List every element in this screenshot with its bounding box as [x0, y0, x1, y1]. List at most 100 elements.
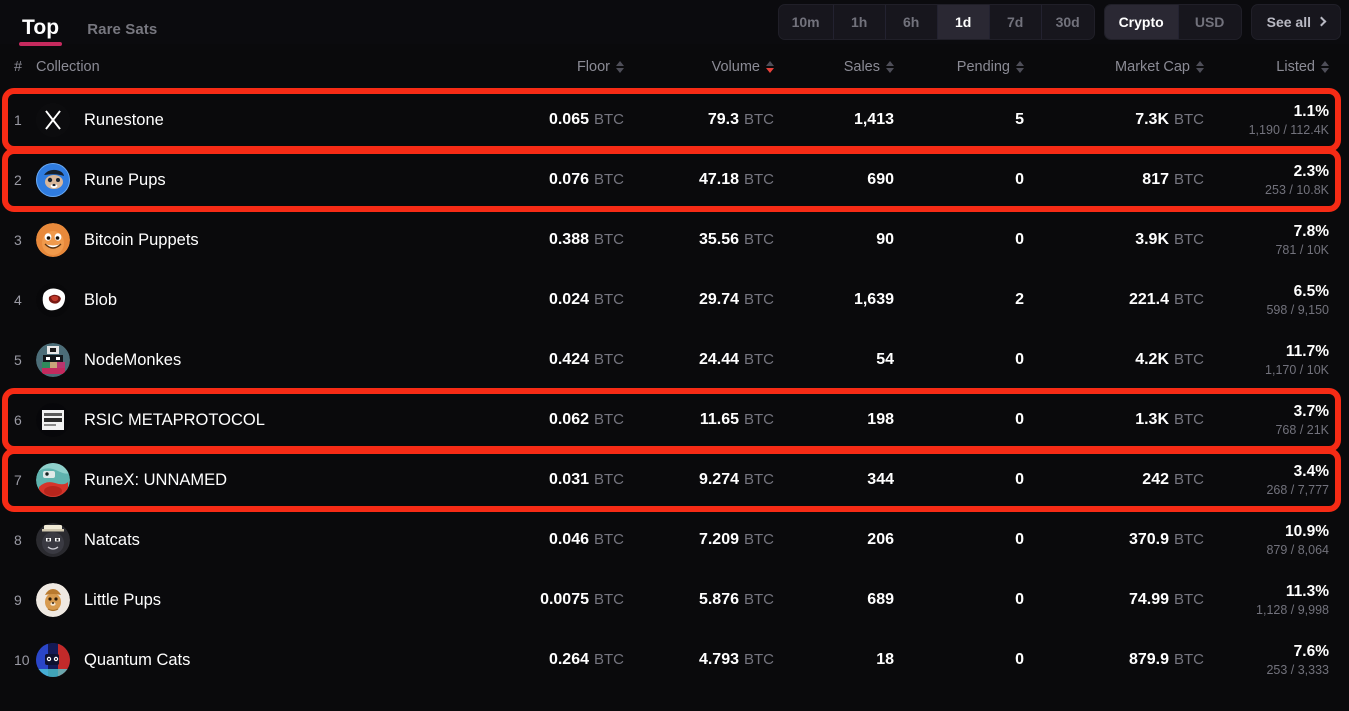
collection-avatar-icon	[36, 643, 70, 677]
pending-value: 5	[1015, 111, 1024, 128]
sort-icon-sales[interactable]	[886, 61, 894, 73]
listed-percent: 3.7%	[1294, 402, 1329, 421]
collection-avatar-icon	[36, 583, 70, 617]
table-row[interactable]: 7 RuneX: UNNAMED 0.031BTC 9.274BTC 344 0…	[0, 450, 1349, 510]
collections-table: # Collection Floor Volume Sales Pending	[0, 44, 1349, 690]
row-rank: 5	[8, 352, 36, 368]
listed-percent: 2.3%	[1294, 162, 1329, 181]
sales-value: 344	[867, 471, 894, 488]
table-row[interactable]: 3 Bitcoin Puppets 0.388BTC 35.56BTC 90 0…	[0, 210, 1349, 270]
header-rank: #	[8, 59, 36, 75]
table-row[interactable]: 2 Rune Pups 0.076BTC 47.18BTC 690 0 817B…	[0, 150, 1349, 210]
volume-value: 24.44	[699, 351, 739, 368]
listed-counts: 781 / 10K	[1275, 243, 1329, 259]
table-row[interactable]: 6 RSIC METAPROTOCOL 0.062BTC 11.65BTC 19…	[0, 390, 1349, 450]
table-row[interactable]: 1 Runestone 0.065BTC 79.3BTC 1,413 5 7.3…	[0, 90, 1349, 150]
sort-icon-listed[interactable]	[1321, 61, 1329, 73]
floor-unit: BTC	[594, 531, 624, 548]
header-floor[interactable]: Floor	[474, 59, 624, 75]
sales-value: 18	[876, 651, 894, 668]
market-cap-value: 370.9	[1129, 531, 1169, 548]
collection-name[interactable]: Runestone	[84, 111, 164, 130]
row-rank: 8	[8, 532, 36, 548]
listed-percent: 7.6%	[1294, 642, 1329, 661]
volume-value: 4.793	[699, 651, 739, 668]
market-cap-unit: BTC	[1174, 531, 1204, 548]
table-row[interactable]: 10 Quantum Cats 0.264BTC 4.793BTC 18 0 8…	[0, 630, 1349, 690]
header-sales[interactable]: Sales	[774, 59, 894, 75]
listed-percent: 10.9%	[1285, 522, 1329, 541]
listed-percent: 11.7%	[1286, 342, 1329, 361]
pending-value: 2	[1015, 291, 1024, 308]
floor-unit: BTC	[594, 111, 624, 128]
collection-avatar-icon	[36, 463, 70, 497]
market-cap-unit: BTC	[1174, 291, 1204, 308]
table-row[interactable]: 9 Little Pups 0.0075BTC 5.876BTC 689 0 7…	[0, 570, 1349, 630]
listed-counts: 1,170 / 10K	[1265, 363, 1329, 379]
header-sales-label: Sales	[844, 59, 880, 75]
collection-name[interactable]: Bitcoin Puppets	[84, 231, 199, 250]
market-cap-unit: BTC	[1174, 231, 1204, 248]
sales-value: 54	[876, 351, 894, 368]
table-body: 1 Runestone 0.065BTC 79.3BTC 1,413 5 7.3…	[0, 90, 1349, 690]
collection-name[interactable]: Natcats	[84, 531, 140, 550]
floor-unit: BTC	[594, 171, 624, 188]
see-all-button[interactable]: See all	[1251, 4, 1341, 40]
collection-name[interactable]: Little Pups	[84, 591, 161, 610]
market-cap-value: 1.3K	[1135, 411, 1169, 428]
header-collection-label: Collection	[36, 59, 100, 75]
time-filter-1h[interactable]: 1h	[834, 5, 886, 39]
top-bar: Top Rare Sats 10m 1h 6h 1d 7d 30d Crypto…	[0, 0, 1349, 44]
time-filter-group: 10m 1h 6h 1d 7d 30d	[778, 4, 1095, 40]
floor-value: 0.0075	[540, 591, 589, 608]
time-filter-1h-label: 1h	[851, 14, 867, 30]
tab-top[interactable]: Top	[8, 17, 73, 44]
collection-name[interactable]: RSIC METAPROTOCOL	[84, 411, 265, 430]
time-filter-1d[interactable]: 1d	[938, 5, 990, 39]
market-cap-unit: BTC	[1174, 171, 1204, 188]
listed-counts: 1,190 / 112.4K	[1249, 123, 1329, 139]
currency-filter-crypto[interactable]: Crypto	[1105, 5, 1179, 39]
time-filter-7d[interactable]: 7d	[990, 5, 1042, 39]
row-rank: 9	[8, 592, 36, 608]
volume-value: 7.209	[699, 531, 739, 548]
market-cap-value: 879.9	[1129, 651, 1169, 668]
pending-value: 0	[1015, 351, 1024, 368]
collection-avatar-icon	[36, 103, 70, 137]
floor-unit: BTC	[594, 351, 624, 368]
tab-rare-sats[interactable]: Rare Sats	[73, 22, 171, 44]
table-row[interactable]: 5 NodeMonkes 0.424BTC 24.44BTC 54 0 4.2K…	[0, 330, 1349, 390]
collection-name[interactable]: Quantum Cats	[84, 651, 190, 670]
floor-value: 0.046	[549, 531, 589, 548]
sort-icon-floor[interactable]	[616, 61, 624, 73]
floor-value: 0.065	[549, 111, 589, 128]
collection-avatar-icon	[36, 223, 70, 257]
collection-name[interactable]: Blob	[84, 291, 117, 310]
listed-counts: 598 / 9,150	[1266, 303, 1329, 319]
table-row[interactable]: 8 Natcats 0.046BTC 7.209BTC 206 0 370.9B…	[0, 510, 1349, 570]
collection-name[interactable]: RuneX: UNNAMED	[84, 471, 227, 490]
collection-name[interactable]: NodeMonkes	[84, 351, 181, 370]
header-pending[interactable]: Pending	[894, 59, 1024, 75]
time-filter-6h-label: 6h	[903, 14, 919, 30]
time-filter-10m[interactable]: 10m	[779, 5, 834, 39]
collection-name[interactable]: Rune Pups	[84, 171, 166, 190]
sort-icon-market-cap[interactable]	[1196, 61, 1204, 73]
market-cap-unit: BTC	[1174, 351, 1204, 368]
time-filter-6h[interactable]: 6h	[886, 5, 938, 39]
time-filter-30d[interactable]: 30d	[1042, 5, 1094, 39]
sales-value: 1,413	[854, 111, 894, 128]
header-market-cap[interactable]: Market Cap	[1024, 59, 1204, 75]
listed-percent: 7.8%	[1294, 222, 1329, 241]
pending-value: 0	[1015, 591, 1024, 608]
listed-counts: 253 / 3,333	[1266, 663, 1329, 679]
header-volume[interactable]: Volume	[624, 59, 774, 75]
sort-icon-pending[interactable]	[1016, 61, 1024, 73]
market-cap-unit: BTC	[1174, 111, 1204, 128]
currency-filter-group: Crypto USD	[1104, 4, 1242, 40]
sort-icon-volume[interactable]	[766, 61, 774, 73]
pending-value: 0	[1015, 171, 1024, 188]
currency-filter-usd[interactable]: USD	[1179, 5, 1241, 39]
table-row[interactable]: 4 Blob 0.024BTC 29.74BTC 1,639 2 221.4BT…	[0, 270, 1349, 330]
header-listed[interactable]: Listed	[1204, 59, 1329, 75]
